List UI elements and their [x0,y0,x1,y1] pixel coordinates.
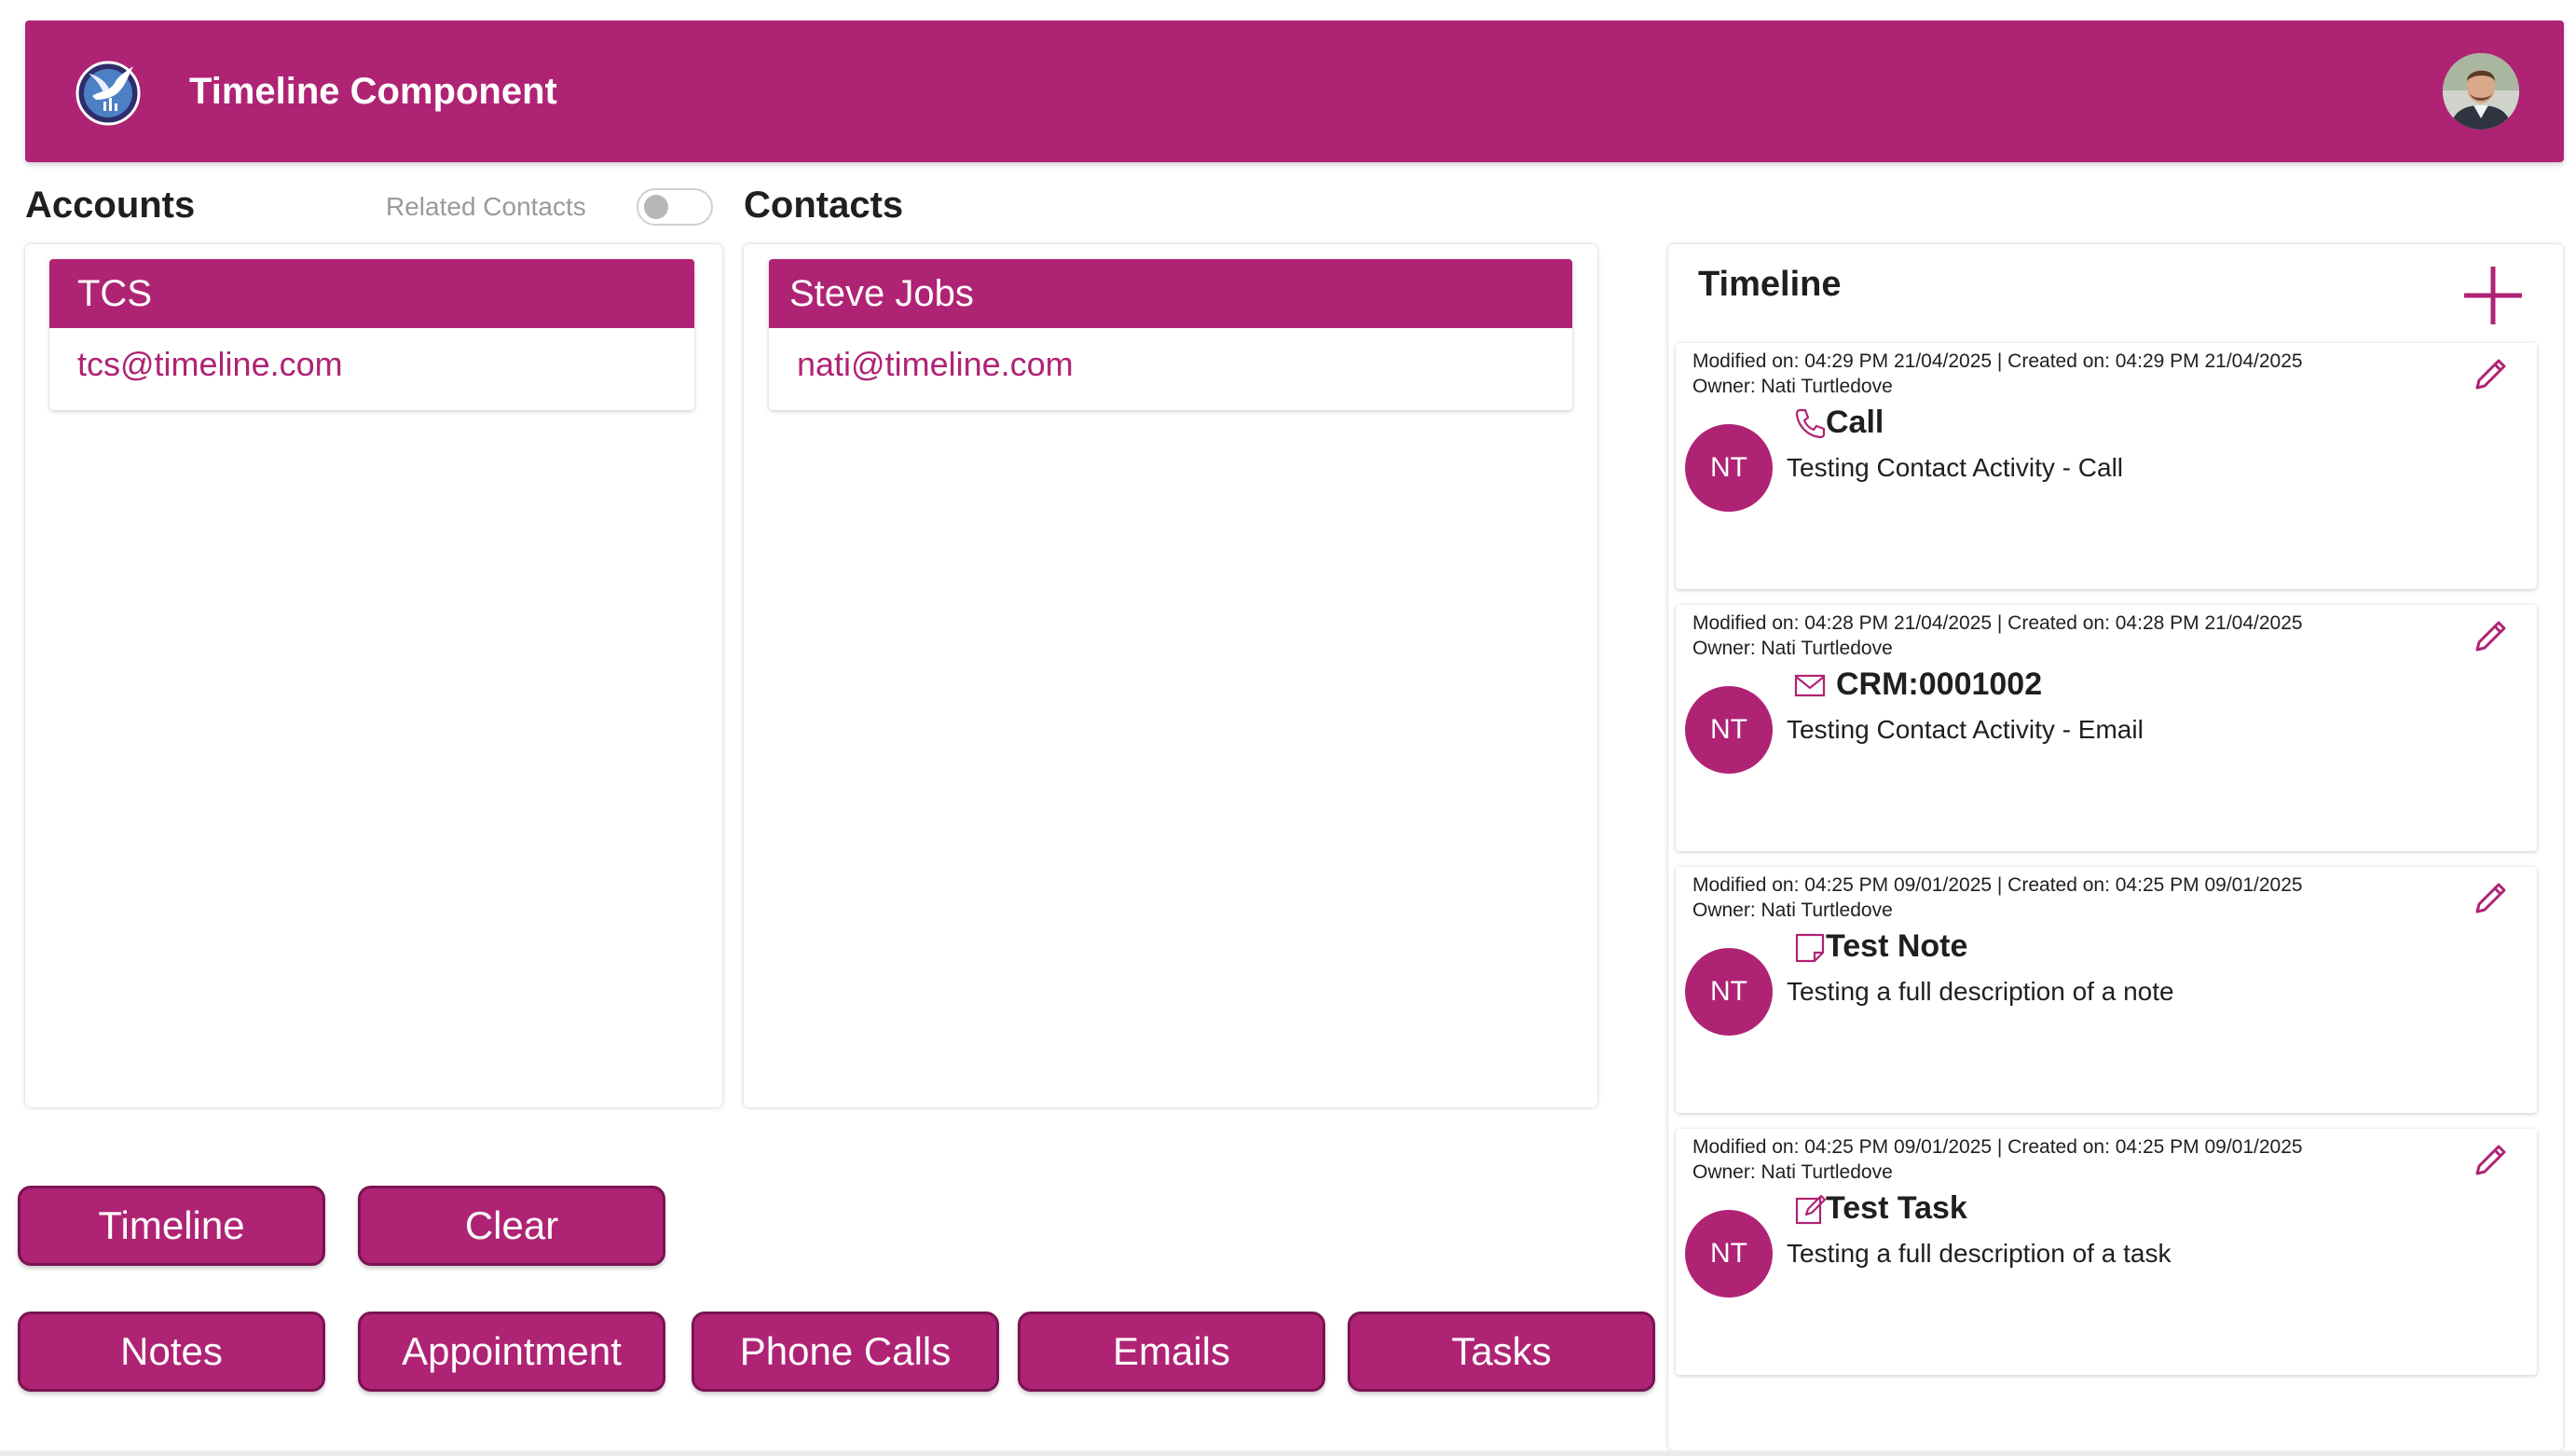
account-name: TCS [49,259,694,328]
contact-card[interactable]: Steve Jobs nati@timeline.com [769,259,1572,410]
timeline-entry[interactable]: Modified on: 04:29 PM 21/04/2025 | Creat… [1676,343,2537,589]
timeline-entry-description: Testing a full description of a task [1787,1239,2172,1268]
note-icon [1795,933,1825,963]
timeline-entry-description: Testing Contact Activity - Email [1787,715,2144,744]
appointment-button[interactable]: Appointment [358,1312,665,1392]
timeline-entry-meta: Modified on: 04:25 PM 09/01/2025 | Creat… [1692,872,2303,923]
emails-button[interactable]: Emails [1018,1312,1325,1392]
owner-initials-avatar: NT [1685,1210,1773,1298]
timeline-entry-owner: Owner: Nati Turtledove [1692,900,1893,921]
timeline-entry-dates: Modified on: 04:28 PM 21/04/2025 | Creat… [1692,612,2303,634]
timeline-entry[interactable]: Modified on: 04:28 PM 21/04/2025 | Creat… [1676,605,2537,851]
app-title: Timeline Component [189,71,557,112]
timeline-entry-dates: Modified on: 04:25 PM 09/01/2025 | Creat… [1692,874,2303,896]
user-avatar-icon [2443,53,2519,130]
pencil-icon[interactable] [2470,1140,2511,1181]
timeline-entry-subject: Call [1826,405,1884,440]
toggle-knob [644,195,668,219]
accounts-heading: Accounts [25,185,196,226]
timeline-title: Timeline [1698,265,1842,304]
related-contacts-toggle[interactable] [637,188,713,226]
timeline-entry-owner: Owner: Nati Turtledove [1692,1161,1893,1183]
contact-name: Steve Jobs [769,259,1572,328]
timeline-panel: Timeline Modified on: 04:29 PM 21/04/202… [1668,244,2563,1450]
app-header: Timeline Component [25,21,2564,162]
timeline-entry-meta: Modified on: 04:25 PM 09/01/2025 | Creat… [1692,1134,2303,1185]
timeline-entry-dates: Modified on: 04:25 PM 09/01/2025 | Creat… [1692,1136,2303,1158]
timeline-button[interactable]: Timeline [18,1186,325,1266]
phone-icon [1795,408,1826,439]
user-avatar[interactable] [2443,53,2519,130]
timeline-entry-description: Testing a full description of a note [1787,977,2174,1006]
contact-email[interactable]: nati@timeline.com [769,328,1572,384]
timeline-entry-dates: Modified on: 04:29 PM 21/04/2025 | Creat… [1692,350,2303,372]
timeline-entry-subject: Test Task [1826,1190,1967,1226]
task-icon [1795,1194,1827,1225]
timeline-entry[interactable]: Modified on: 04:25 PM 09/01/2025 | Creat… [1676,867,2537,1113]
dove-globe-logo [75,61,141,126]
pencil-icon[interactable] [2470,354,2511,395]
clear-button[interactable]: Clear [358,1186,665,1266]
timeline-entry-subject: CRM:0001002 [1836,666,2043,702]
plus-icon[interactable] [2460,263,2526,328]
envelope-icon [1794,674,1826,697]
contacts-heading: Contacts [744,185,904,226]
related-contacts-label: Related Contacts [386,192,586,221]
account-email[interactable]: tcs@timeline.com [49,328,694,384]
pencil-icon[interactable] [2470,616,2511,657]
contacts-panel: Steve Jobs nati@timeline.com [744,244,1597,1107]
notes-button[interactable]: Notes [18,1312,325,1392]
timeline-entry-meta: Modified on: 04:28 PM 21/04/2025 | Creat… [1692,611,2303,661]
owner-initials-avatar: NT [1685,424,1773,512]
tasks-button[interactable]: Tasks [1348,1312,1655,1392]
timeline-entry[interactable]: Modified on: 04:25 PM 09/01/2025 | Creat… [1676,1129,2537,1375]
accounts-panel: TCS tcs@timeline.com [25,244,722,1107]
timeline-entry-owner: Owner: Nati Turtledove [1692,638,1893,659]
pencil-icon[interactable] [2470,878,2511,919]
timeline-entry-meta: Modified on: 04:29 PM 21/04/2025 | Creat… [1692,349,2303,399]
phone-calls-button[interactable]: Phone Calls [692,1312,999,1392]
bottom-divider [0,1450,2576,1456]
timeline-entry-description: Testing Contact Activity - Call [1787,453,2124,482]
timeline-entry-owner: Owner: Nati Turtledove [1692,376,1893,397]
owner-initials-avatar: NT [1685,686,1773,774]
timeline-entry-subject: Test Note [1826,928,1968,964]
owner-initials-avatar: NT [1685,948,1773,1036]
account-card[interactable]: TCS tcs@timeline.com [49,259,694,410]
